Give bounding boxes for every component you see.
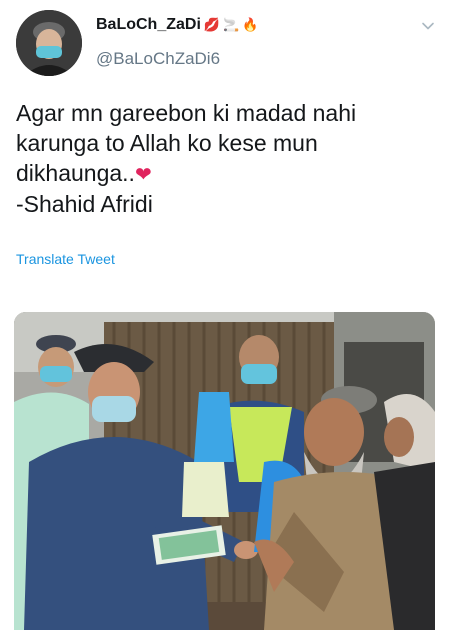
avatar-image <box>16 10 82 76</box>
author-name-row[interactable]: BaLoCh_ZaDi 💋 🚬 🔥 <box>96 16 258 34</box>
tweet-card: BaLoCh_ZaDi 💋 🚬 🔥 @BaLoChZaDi6 Agar mn g… <box>0 0 450 630</box>
avatar[interactable] <box>16 10 82 76</box>
tweet-line: dikhaunga..❤ <box>16 158 436 189</box>
author-handle[interactable]: @BaLoChZaDi6 <box>96 49 220 69</box>
tweet-line-text: dikhaunga.. <box>16 160 135 186</box>
tweet-photo-image <box>14 312 435 630</box>
author-display-name[interactable]: BaLoCh_ZaDi <box>96 16 201 34</box>
fire-emoji-icon: 🔥 <box>242 17 259 33</box>
cigarette-emoji-icon: 🚬 <box>223 17 240 33</box>
tweet-line: -Shahid Afridi <box>16 191 153 217</box>
heart-emoji-icon: ❤ <box>134 162 152 186</box>
tweet-photo[interactable] <box>14 312 435 630</box>
kiss-emoji-icon: 💋 <box>203 17 221 33</box>
chevron-down-icon[interactable] <box>421 19 435 33</box>
tweet-text: Agar mn gareebon ki madad nahi karunga t… <box>16 98 436 219</box>
tweet-line: Agar mn gareebon ki madad nahi <box>16 100 357 126</box>
tweet-line: karunga to Allah ko kese mun <box>16 130 318 156</box>
translate-tweet-link[interactable]: Translate Tweet <box>16 251 115 267</box>
